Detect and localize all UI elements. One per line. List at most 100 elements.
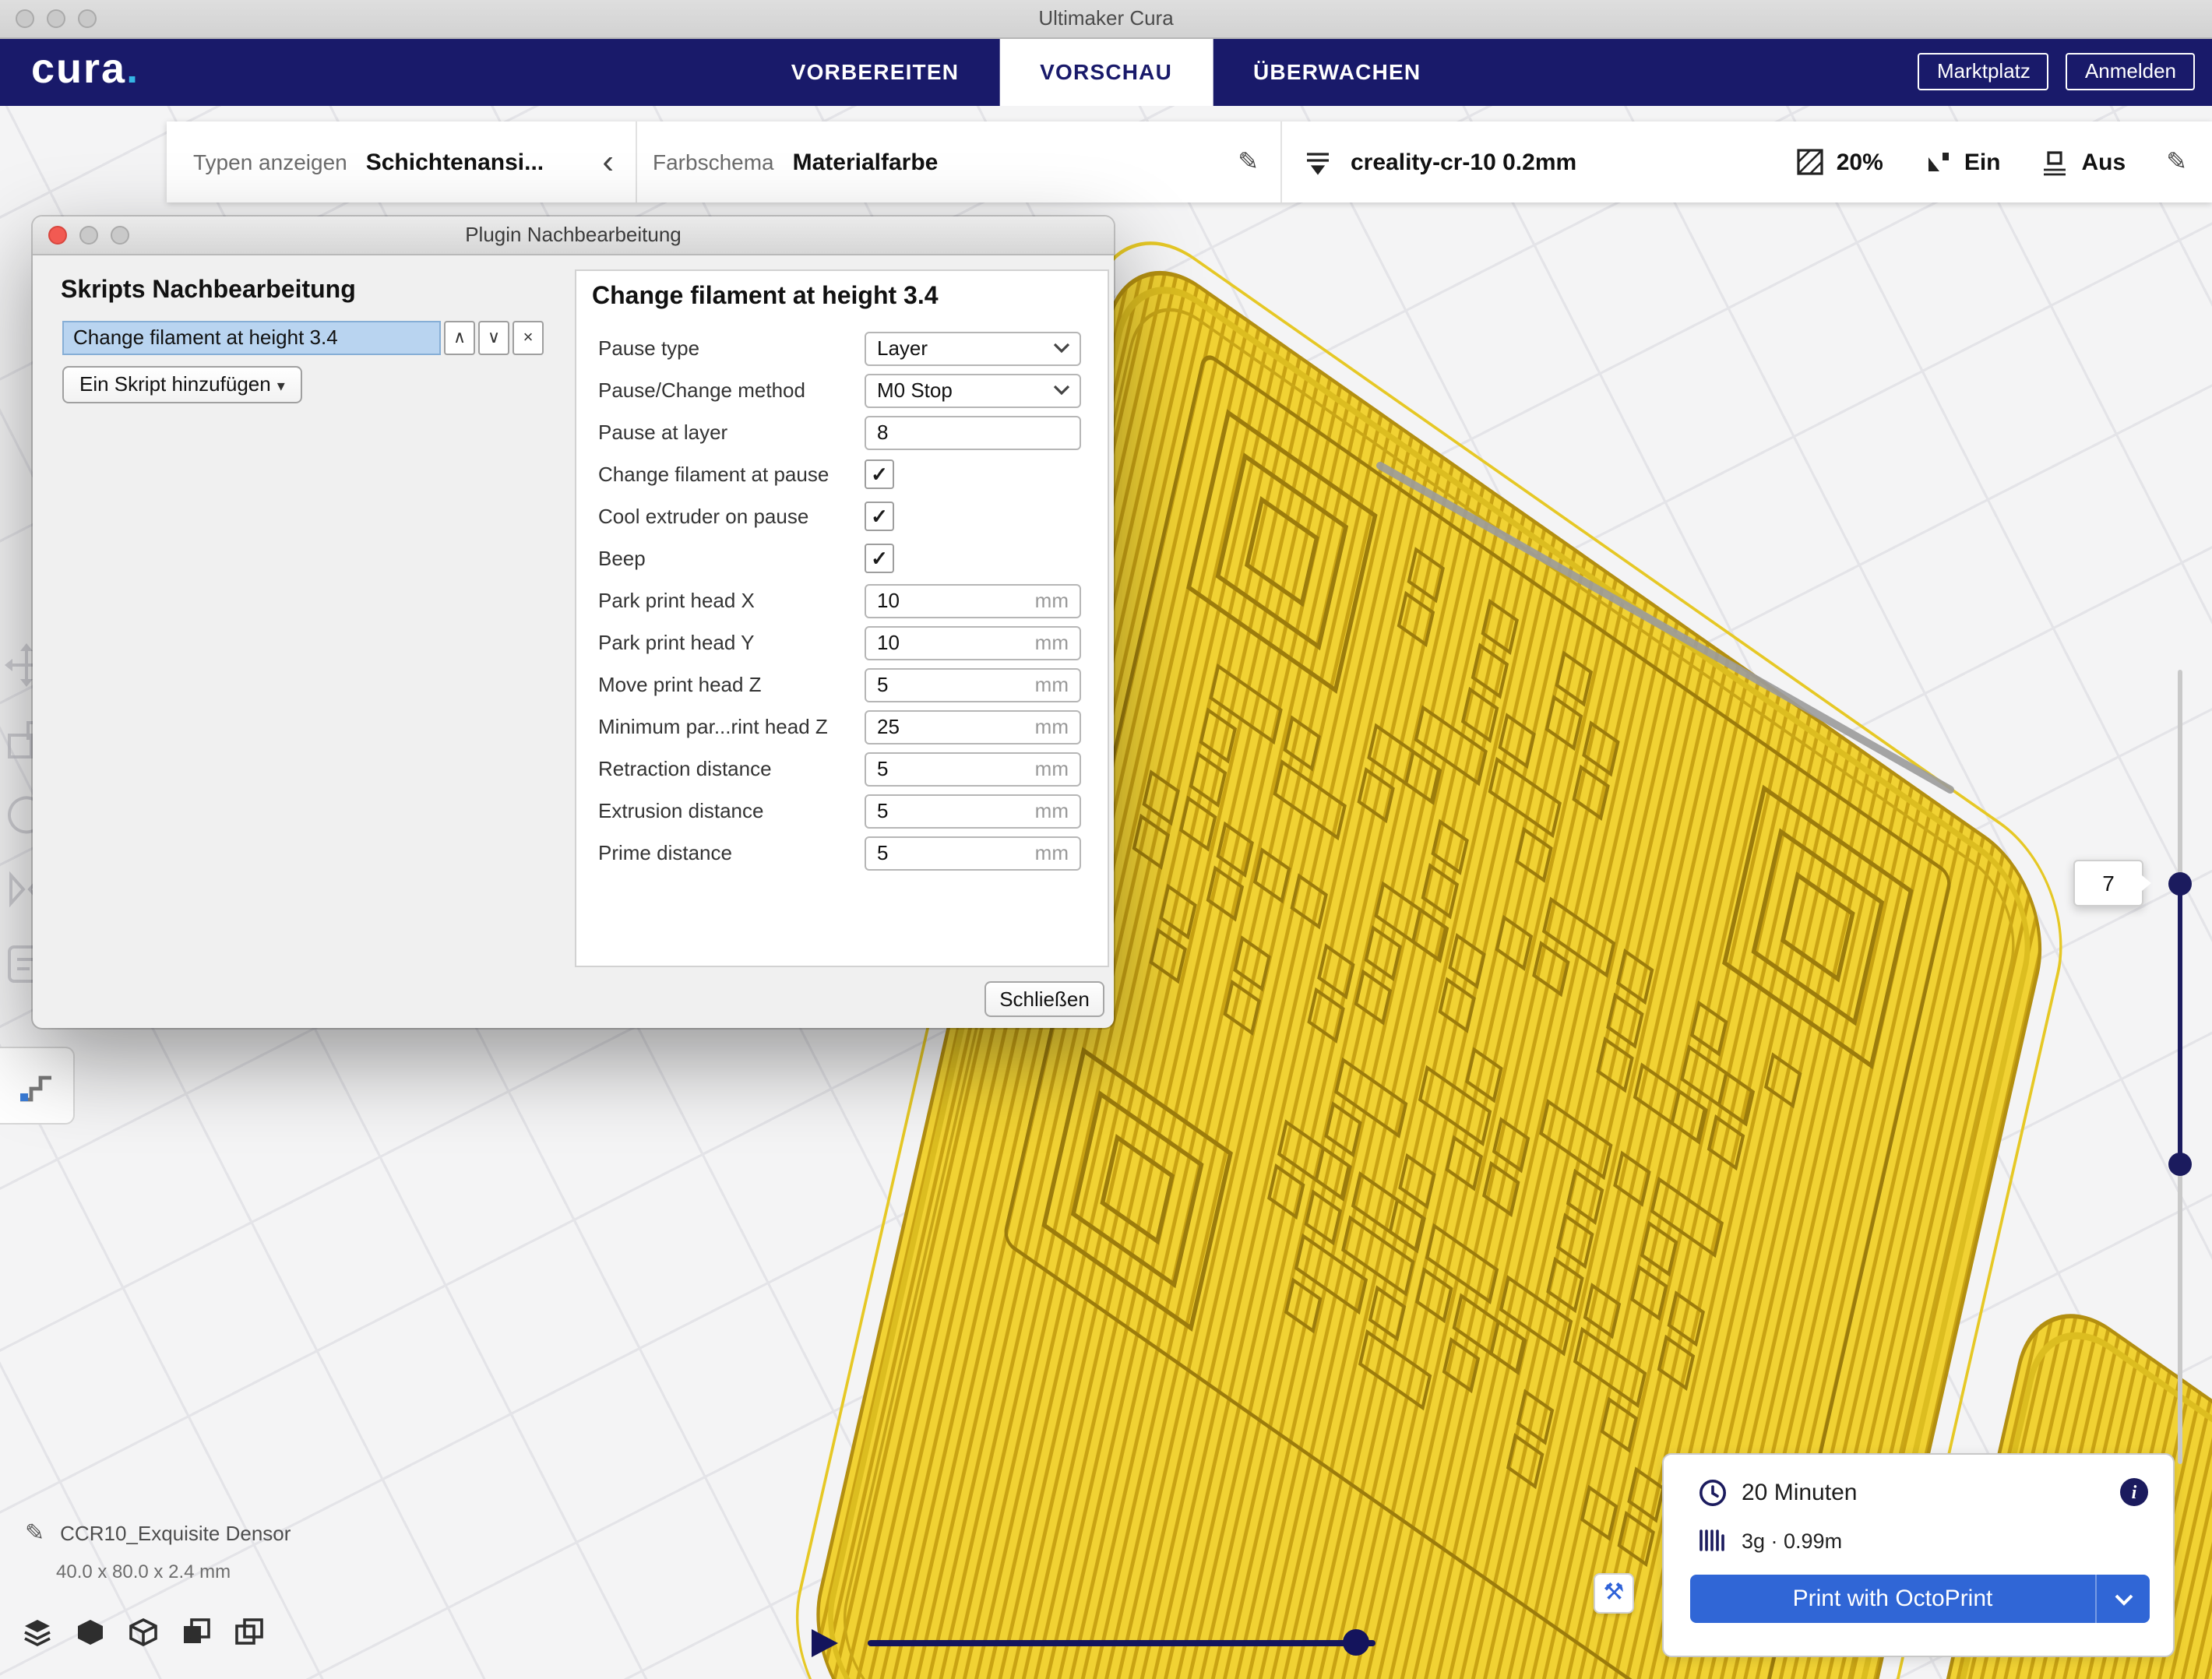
view-type-selector[interactable]: Typen anzeigen Schichtenansi... ‹: [167, 121, 636, 202]
print-button[interactable]: Print with OctoPrint: [1690, 1575, 2150, 1623]
adhesion-value: Aus: [2082, 149, 2126, 175]
clock-icon: [1698, 1478, 1728, 1508]
setting-input[interactable]: 8: [865, 415, 1081, 449]
setting-value: 5: [877, 673, 1035, 696]
support-value: Ein: [1964, 149, 2001, 175]
script-list-item[interactable]: Change filament at height 3.4: [62, 321, 441, 355]
print-settings-summary[interactable]: creality-cr-10 0.2mm 20% Ein: [1280, 121, 2212, 202]
infill-setting[interactable]: 20%: [1796, 148, 1883, 176]
stairs-icon: [16, 1065, 56, 1106]
unit-label: mm: [1035, 841, 1069, 864]
app-header: cura. VORBEREITENVORSCHAUÜBERWACHEN Mark…: [0, 37, 2212, 106]
setting-row: Move print head Z 5mm: [576, 664, 1108, 706]
setting-input[interactable]: 5mm: [865, 667, 1081, 702]
move-script-up-button[interactable]: ∧: [444, 321, 475, 355]
setting-select[interactable]: Layer: [865, 331, 1081, 365]
copy-outline-icon[interactable]: [234, 1617, 265, 1648]
print-time-estimate: 20 Minuten: [1742, 1480, 1857, 1506]
app-window: Ultimaker Cura cura. VORBEREITENVORSCHAU…: [0, 0, 2212, 1679]
view-toolbar: Typen anzeigen Schichtenansi... ‹ Farbsc…: [167, 121, 2212, 202]
setting-label: Pause at layer: [598, 421, 727, 444]
support-setting[interactable]: Ein: [1924, 148, 2001, 176]
material-estimate: 3g · 0.99m: [1742, 1529, 1842, 1552]
layer-view-button[interactable]: [0, 1047, 75, 1125]
setting-select[interactable]: M0 Stop: [865, 373, 1081, 407]
material-icon: [1698, 1528, 1728, 1553]
setting-label: Pause type: [598, 336, 699, 360]
signin-button[interactable]: Anmelden: [2066, 53, 2195, 90]
setting-input[interactable]: 10mm: [865, 583, 1081, 618]
print-options-dropdown[interactable]: [2095, 1575, 2150, 1623]
setting-label: Move print head Z: [598, 673, 762, 696]
cura-logo: cura.: [31, 45, 139, 93]
os-titlebar: Ultimaker Cura: [0, 0, 2212, 39]
color-scheme-label: Farbschema: [653, 150, 774, 174]
edit-print-settings-icon[interactable]: ✎: [2166, 146, 2187, 178]
setting-row: Minimum par...rint head Z25mm: [576, 706, 1108, 748]
unit-label: mm: [1035, 757, 1069, 780]
setting-row: Pause at layer 8: [576, 411, 1108, 453]
dropdown-caret-icon: ▾: [277, 378, 285, 396]
model-info: ✎ CCR10_Exquisite Densor 40.0 x 80.0 x 2…: [25, 1519, 291, 1582]
setting-label: Change filament at pause: [598, 463, 829, 486]
setting-checkbox[interactable]: ✓: [865, 544, 894, 573]
adhesion-icon: [2041, 148, 2069, 176]
tab-überwachen[interactable]: ÜBERWACHEN: [1213, 37, 1461, 106]
unit-label: mm: [1035, 799, 1069, 822]
layers-icon[interactable]: [22, 1617, 53, 1648]
rename-model-icon[interactable]: ✎: [25, 1519, 44, 1547]
setting-value: M0 Stop: [877, 378, 1053, 402]
setting-input[interactable]: 5mm: [865, 836, 1081, 870]
marketplace-button[interactable]: Marktplatz: [1918, 53, 2049, 90]
view-type-label: Typen anzeigen: [193, 150, 347, 174]
setting-value: 10: [877, 631, 1035, 654]
setting-value: 25: [877, 715, 1035, 738]
edit-view-icon[interactable]: ✎: [1238, 146, 1259, 178]
play-button[interactable]: [812, 1629, 838, 1657]
remove-script-button[interactable]: ×: [512, 321, 544, 355]
tab-vorbereiten[interactable]: VORBEREITEN: [751, 37, 999, 106]
tab-vorschau[interactable]: VORSCHAU: [999, 37, 1213, 106]
script-settings-panel: Change filament at height 3.4 Pause type…: [575, 269, 1109, 967]
setting-input[interactable]: 25mm: [865, 709, 1081, 744]
setting-value: 5: [877, 799, 1035, 822]
setting-label: Pause/Change method: [598, 378, 805, 402]
color-scheme-value[interactable]: Materialfarbe: [793, 149, 939, 175]
setting-checkbox[interactable]: ✓: [865, 459, 894, 489]
cube-icon[interactable]: [75, 1617, 106, 1648]
printer-profile-value[interactable]: creality-cr-10 0.2mm: [1351, 149, 1576, 175]
model-dimensions: 40.0 x 80.0 x 2.4 mm: [56, 1561, 291, 1582]
support-icon: [1924, 148, 1952, 176]
scripts-heading: Skripts Nachbearbeitung: [61, 277, 356, 305]
setting-value: 8: [877, 421, 1080, 444]
octoprint-settings-button[interactable]: ⚒: [1594, 1573, 1634, 1614]
model-list-icons: [22, 1617, 265, 1648]
setting-input[interactable]: 10mm: [865, 625, 1081, 660]
setting-input[interactable]: 5mm: [865, 794, 1081, 828]
setting-row: Change filament at pause ✓: [576, 453, 1108, 495]
setting-row: Park print head Y10mm: [576, 621, 1108, 664]
window-title: Ultimaker Cura: [0, 0, 2212, 37]
add-script-button[interactable]: Ein Skript hinzufügen▾: [62, 366, 302, 403]
setting-input[interactable]: 5mm: [865, 752, 1081, 786]
setting-row: Extrusion distance 5mm: [576, 790, 1108, 832]
setting-label: Extrusion distance: [598, 799, 763, 822]
setting-value: 10: [877, 589, 1035, 612]
copy-icon[interactable]: [181, 1617, 212, 1648]
setting-row: Beep✓: [576, 537, 1108, 579]
layer-slider-bottom-handle[interactable]: [2168, 1153, 2192, 1176]
move-script-down-button[interactable]: ∨: [478, 321, 509, 355]
view-type-value[interactable]: Schichtenansi...: [366, 149, 544, 175]
setting-row: Retraction distance5mm: [576, 748, 1108, 790]
cube-outline-icon[interactable]: [128, 1617, 159, 1648]
print-summary-panel: 20 Minuten i 3g · 0.99m Print with OctoP…: [1662, 1453, 2175, 1657]
dialog-close-action-button[interactable]: Schließen: [984, 981, 1104, 1017]
collapse-panel-icon[interactable]: ‹: [602, 146, 614, 178]
simulation-slider-track[interactable]: [868, 1640, 1375, 1646]
layer-slider-top-handle[interactable]: [2168, 872, 2192, 896]
info-icon[interactable]: i: [2120, 1478, 2148, 1506]
simulation-slider-handle[interactable]: [1343, 1629, 1369, 1656]
color-scheme-selector[interactable]: Farbschema Materialfarbe ✎: [636, 121, 1280, 202]
setting-checkbox[interactable]: ✓: [865, 502, 894, 531]
adhesion-setting[interactable]: Aus: [2041, 148, 2126, 176]
